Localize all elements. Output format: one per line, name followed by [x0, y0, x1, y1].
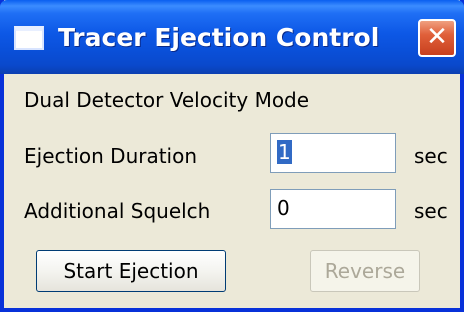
- title-bar[interactable]: Tracer Ejection Control ✕: [0, 0, 464, 74]
- ejection-duration-input[interactable]: 1: [270, 133, 396, 173]
- reverse-button[interactable]: Reverse: [310, 250, 420, 292]
- window-icon: [14, 26, 44, 50]
- window-title: Tracer Ejection Control: [58, 23, 380, 52]
- additional-squelch-value: 0: [277, 196, 290, 220]
- ejection-duration-label: Ejection Duration: [24, 144, 198, 168]
- start-ejection-button[interactable]: Start Ejection: [36, 250, 226, 292]
- ejection-duration-value: 1: [277, 140, 292, 164]
- tracer-ejection-control-window: Tracer Ejection Control ✕ Dual Detector …: [0, 0, 464, 312]
- ejection-duration-unit: sec: [414, 144, 448, 168]
- close-button[interactable]: ✕: [418, 19, 456, 57]
- additional-squelch-unit: sec: [414, 199, 448, 223]
- additional-squelch-label: Additional Squelch: [24, 199, 211, 223]
- additional-squelch-input[interactable]: 0: [270, 189, 396, 229]
- mode-label: Dual Detector Velocity Mode: [24, 88, 310, 112]
